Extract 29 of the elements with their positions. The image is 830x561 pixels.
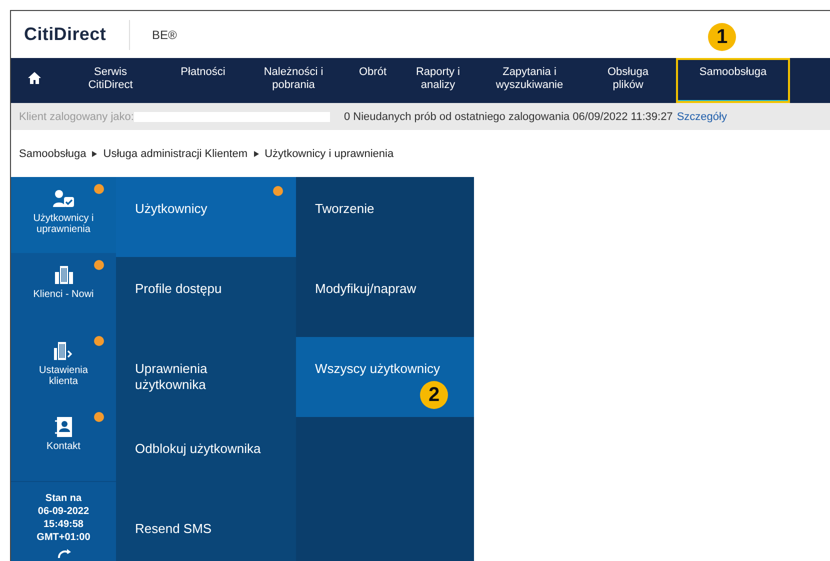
- nav-tab[interactable]: Raporty i analizy: [397, 58, 479, 103]
- home-icon: [28, 72, 40, 84]
- callout-number: 1: [708, 23, 736, 51]
- logged-in-label: Klient zalogowany jako:: [19, 110, 134, 122]
- status-time: Stan na 06-09-2022 15:49:58 GMT+01:00: [36, 492, 90, 544]
- refresh-icon[interactable]: [56, 548, 72, 558]
- nav-tab[interactable]: Zapytania i wyszukiwanie: [479, 58, 580, 103]
- category-tile[interactable]: Użytkownicy i uprawnienia: [11, 177, 116, 253]
- chevron-icon: [254, 150, 259, 156]
- logo: CitiDirect: [24, 24, 106, 45]
- building-icon: [52, 341, 74, 361]
- nav-tab[interactable]: Należności i pobrania: [242, 58, 345, 103]
- user-check-icon: [52, 189, 74, 209]
- action-item[interactable]: Wszyscy użytkownicy 2: [296, 337, 474, 417]
- nav-tab[interactable]: Płatności: [164, 58, 242, 103]
- contact-book-icon: [52, 417, 74, 437]
- nav-tab[interactable]: Obrót: [345, 58, 397, 103]
- submenu-item[interactable]: Użytkownicy: [116, 177, 296, 257]
- product-name: BE®: [152, 28, 177, 42]
- login-attempts-text: 0 Nieudanych prób od ostatniego zalogowania 06/09/2022 11:39:27: [344, 110, 673, 122]
- nav-tab[interactable]: Obsługa plików: [580, 58, 676, 103]
- breadcrumb-item[interactable]: Samoobsługa: [19, 148, 86, 160]
- breadcrumb-item[interactable]: Usługa administracji Klientem: [103, 148, 248, 160]
- details-link[interactable]: Szczegóły: [676, 110, 727, 122]
- nav-tab[interactable]: Serwis CitiDirect: [57, 58, 164, 103]
- callout-number: 2: [420, 381, 448, 409]
- building-icon: [52, 265, 74, 285]
- breadcrumb-item[interactable]: Użytkownicy i uprawnienia: [264, 148, 394, 160]
- chevron-icon: [92, 150, 98, 156]
